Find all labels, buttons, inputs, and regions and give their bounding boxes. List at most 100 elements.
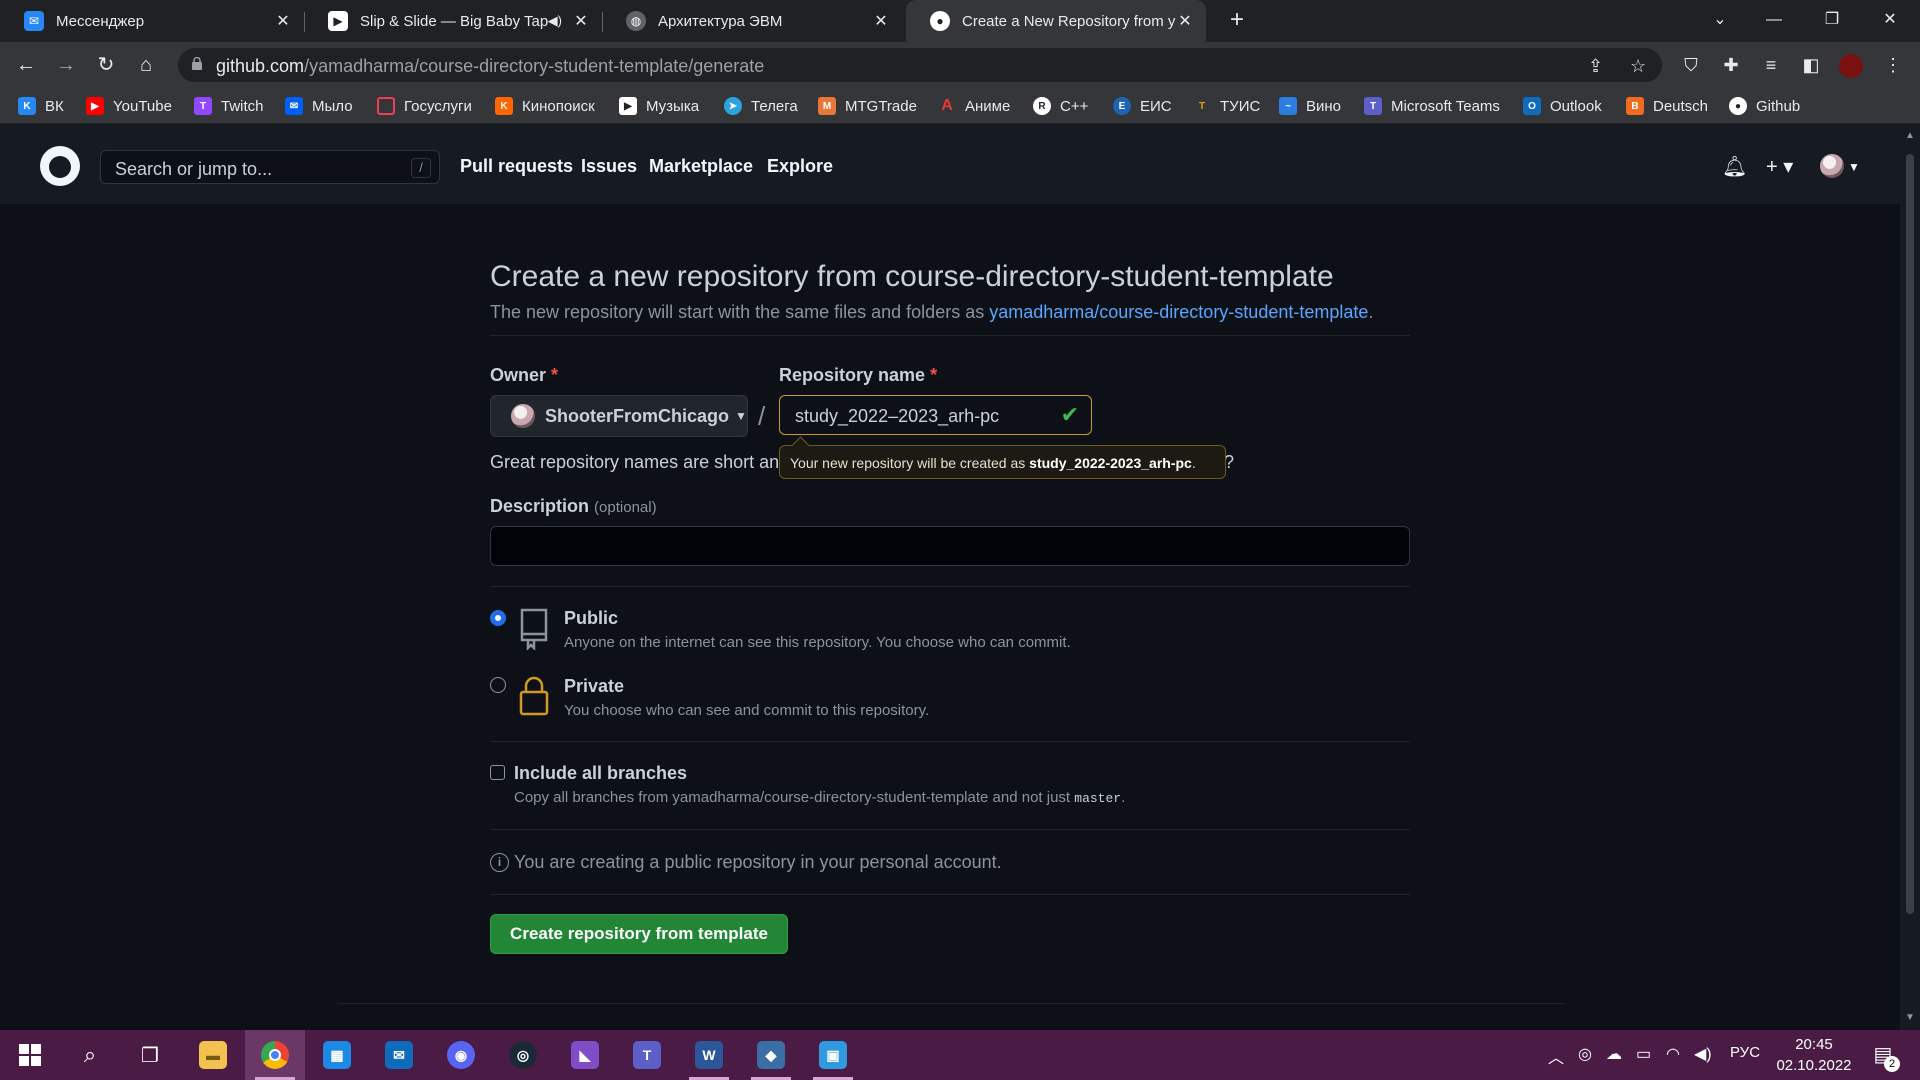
bookmark-star-icon[interactable]: ☆: [1630, 56, 1646, 77]
side-panel-icon[interactable]: ◧: [1798, 52, 1824, 78]
bookmark-mtgtrade[interactable]: M MTGTrade: [818, 95, 917, 117]
bookmark-github[interactable]: ● Github: [1729, 95, 1800, 117]
restore-button[interactable]: ❐: [1804, 0, 1860, 42]
taskbar-chrome[interactable]: [245, 1030, 305, 1080]
share-icon[interactable]: ⇪: [1588, 56, 1603, 77]
menu-kebab-icon[interactable]: ⋮: [1880, 52, 1906, 78]
search-button[interactable]: ⌕: [60, 1030, 120, 1080]
nav-explore[interactable]: Explore: [767, 156, 833, 177]
page-scrollbar[interactable]: ▲ ▼: [1900, 124, 1920, 1030]
bell-icon[interactable]: 🔔︎: [1722, 154, 1747, 179]
tab-messenger[interactable]: ✉ Мессенджер ✕: [0, 0, 304, 42]
taskbar-discord[interactable]: ◉: [431, 1030, 491, 1080]
repo-name-tooltip: Your new repository will be created as s…: [779, 445, 1226, 479]
window-close-button[interactable]: ✕: [1862, 0, 1918, 42]
nav-issues[interactable]: Issues: [581, 156, 637, 177]
scrollbar-thumb[interactable]: [1906, 154, 1914, 914]
repository-name-value[interactable]: study_2022–2023_arh-pc: [795, 406, 999, 427]
taskbar-steam[interactable]: ◎: [493, 1030, 553, 1080]
volume-icon[interactable]: ◀): [1694, 1044, 1712, 1064]
include-all-branches-checkbox[interactable]: [490, 765, 505, 780]
chevron-down-icon[interactable]: ▼: [1848, 160, 1860, 174]
tab-youtube-music[interactable]: ▶ Slip & Slide — Big Baby Tape ◀) ✕: [304, 0, 602, 42]
minimize-button[interactable]: —: [1746, 0, 1802, 42]
tab-arch[interactable]: ◍ Архитектура ЭВМ ✕: [602, 0, 902, 42]
search-input[interactable]: Search or jump to... /: [100, 150, 440, 184]
description-label: Description (optional): [490, 496, 657, 516]
bookmark-teams[interactable]: T Microsoft Teams: [1364, 95, 1500, 117]
taskbar-visual-studio[interactable]: ◣: [555, 1030, 615, 1080]
bookmark-music[interactable]: ▶ Музыка: [619, 95, 699, 117]
owner-select[interactable]: ShooterFromChicago ▼: [490, 395, 748, 437]
taskbar-mail[interactable]: ✉: [369, 1030, 429, 1080]
battery-icon[interactable]: ▭: [1636, 1044, 1651, 1064]
address-bar[interactable]: github.com/yamadharma/course-directory-s…: [178, 48, 1662, 82]
bookmark-vk[interactable]: K ВК: [18, 95, 64, 117]
task-view-button[interactable]: ❐: [120, 1030, 180, 1080]
template-link[interactable]: yamadharma/course-directory-student-temp…: [989, 302, 1368, 322]
user-avatar[interactable]: [1820, 154, 1844, 178]
bookmark-eis[interactable]: Е ЕИС: [1113, 95, 1172, 117]
extensions-icon[interactable]: ✚: [1718, 52, 1744, 78]
taskbar-teams[interactable]: T: [617, 1030, 677, 1080]
profile-avatar[interactable]: [1838, 52, 1864, 79]
github-logo-icon[interactable]: [40, 146, 80, 186]
forward-button[interactable]: →: [50, 49, 82, 81]
lock-icon[interactable]: [192, 57, 202, 70]
back-button[interactable]: ←: [10, 49, 42, 81]
taskbar-file-explorer[interactable]: ▬: [183, 1030, 243, 1080]
notifications-button[interactable]: ▤ 2: [1866, 1038, 1900, 1072]
bookmark-wine[interactable]: ~ Вино: [1279, 95, 1341, 117]
clock[interactable]: 20:45 02.10.2022: [1774, 1034, 1854, 1076]
bookmark-mail[interactable]: ✉ Мыло: [285, 95, 353, 117]
nav-pull-requests[interactable]: Pull requests: [460, 156, 573, 177]
reload-button[interactable]: ↻: [90, 49, 122, 81]
tab-github-active[interactable]: ● Create a New Repository from yamadharm…: [906, 0, 1206, 42]
bookmark-gosuslugi[interactable]: Госуслуги: [377, 95, 472, 117]
steam-tray-icon[interactable]: ◎: [1578, 1044, 1592, 1064]
include-all-branches-label[interactable]: Include all branches: [514, 763, 687, 784]
taskbar-calculator[interactable]: ▦: [307, 1030, 367, 1080]
taskbar-virtualbox[interactable]: ◆: [741, 1030, 801, 1080]
public-radio[interactable]: [490, 610, 506, 626]
new-tab-button[interactable]: +: [1222, 6, 1252, 36]
github-icon: ●: [930, 11, 950, 31]
taskbar-remote-desktop[interactable]: ▣: [803, 1030, 863, 1080]
taskbar-word[interactable]: W: [679, 1030, 739, 1080]
create-new-plus-icon[interactable]: + ▾: [1766, 154, 1793, 179]
start-button[interactable]: [0, 1030, 60, 1080]
tray-overflow-chevron-icon[interactable]: ︿: [1548, 1044, 1564, 1068]
bookmark-cpp[interactable]: R C++: [1033, 95, 1088, 117]
speaker-icon[interactable]: ◀): [548, 13, 562, 29]
input-language[interactable]: РУС: [1730, 1044, 1760, 1061]
scroll-up-arrow-icon[interactable]: ▲: [1904, 130, 1916, 142]
bookmark-kinopoisk[interactable]: K Кинопоиск: [495, 95, 595, 117]
home-button[interactable]: ⌂: [130, 49, 162, 81]
close-icon[interactable]: ✕: [872, 11, 890, 31]
bookmark-anime[interactable]: A Аниме: [938, 95, 1010, 117]
bookmark-youtube[interactable]: ▶ YouTube: [86, 95, 172, 117]
create-repository-button[interactable]: Create repository from template: [490, 914, 788, 954]
scroll-down-arrow-icon[interactable]: ▼: [1904, 1012, 1916, 1024]
close-icon[interactable]: ✕: [1176, 11, 1194, 31]
bookmark-outlook[interactable]: O Outlook: [1523, 95, 1602, 117]
tab-search-icon[interactable]: ⌄: [1692, 0, 1748, 42]
repository-name-input[interactable]: study_2022–2023_arh-pc ✔: [779, 395, 1092, 435]
bookmark-tuis[interactable]: T ТУИС: [1193, 95, 1260, 117]
teams-icon: T: [633, 1041, 661, 1069]
media-controls-icon[interactable]: ≡: [1758, 52, 1784, 78]
shield-extension-icon[interactable]: ⛉: [1678, 52, 1704, 78]
wifi-icon[interactable]: ◠: [1666, 1044, 1680, 1064]
nav-marketplace[interactable]: Marketplace: [649, 156, 753, 177]
info-icon: i: [490, 853, 509, 872]
bookmark-twitch[interactable]: T Twitch: [194, 95, 264, 117]
close-icon[interactable]: ✕: [274, 11, 292, 31]
bookmark-telegram[interactable]: ➤ Телега: [724, 95, 798, 117]
private-radio[interactable]: [490, 677, 506, 693]
url-text[interactable]: github.com/yamadharma/course-directory-s…: [216, 56, 764, 77]
bookmark-deutsch[interactable]: B Deutsch: [1626, 95, 1708, 117]
description-input[interactable]: [490, 526, 1410, 566]
owner-label: Owner *: [490, 365, 559, 385]
close-icon[interactable]: ✕: [572, 11, 590, 31]
onedrive-icon[interactable]: ☁: [1606, 1044, 1622, 1064]
